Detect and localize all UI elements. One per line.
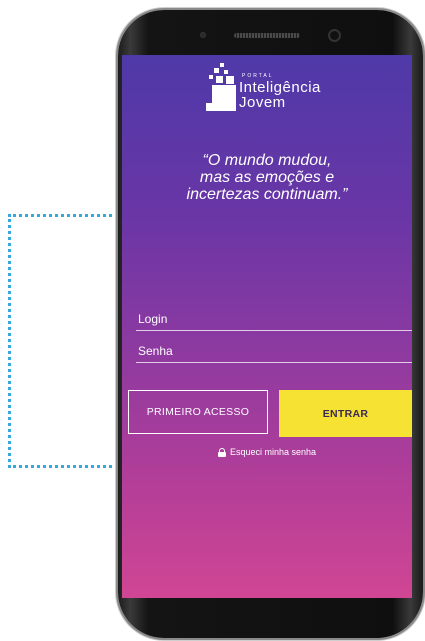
phone-top-bar xyxy=(118,10,423,60)
quote-text: “O mundo mudou, mas as emoções e incerte… xyxy=(122,152,412,203)
logo-title-line2: Jovem xyxy=(239,94,286,111)
app-screen: PORTAL Inteligência Jovem “O mundo mudou… xyxy=(122,55,412,598)
front-camera xyxy=(328,28,341,42)
entrar-button[interactable]: ENTRAR xyxy=(279,390,412,437)
primeiro-acesso-button[interactable]: PRIMEIRO ACESSO xyxy=(128,390,268,434)
quote-line-2: mas as emoções e xyxy=(199,169,335,186)
login-input[interactable] xyxy=(136,308,412,330)
senha-field xyxy=(136,340,412,363)
forgot-password-link[interactable]: Esqueci minha senha xyxy=(122,447,412,457)
forgot-password-label: Esqueci minha senha xyxy=(229,447,317,457)
lock-icon xyxy=(217,447,226,457)
proximity-sensor xyxy=(200,32,206,38)
quote-line-1: “O mundo mudou, xyxy=(202,152,332,169)
logo-mark-icon xyxy=(206,63,236,111)
quote-line-3: incertezas continuam.” xyxy=(186,186,348,203)
senha-input[interactable] xyxy=(136,340,412,362)
app-logo: PORTAL Inteligência Jovem xyxy=(202,61,362,117)
login-field xyxy=(136,308,412,331)
earpiece-speaker xyxy=(234,32,300,38)
